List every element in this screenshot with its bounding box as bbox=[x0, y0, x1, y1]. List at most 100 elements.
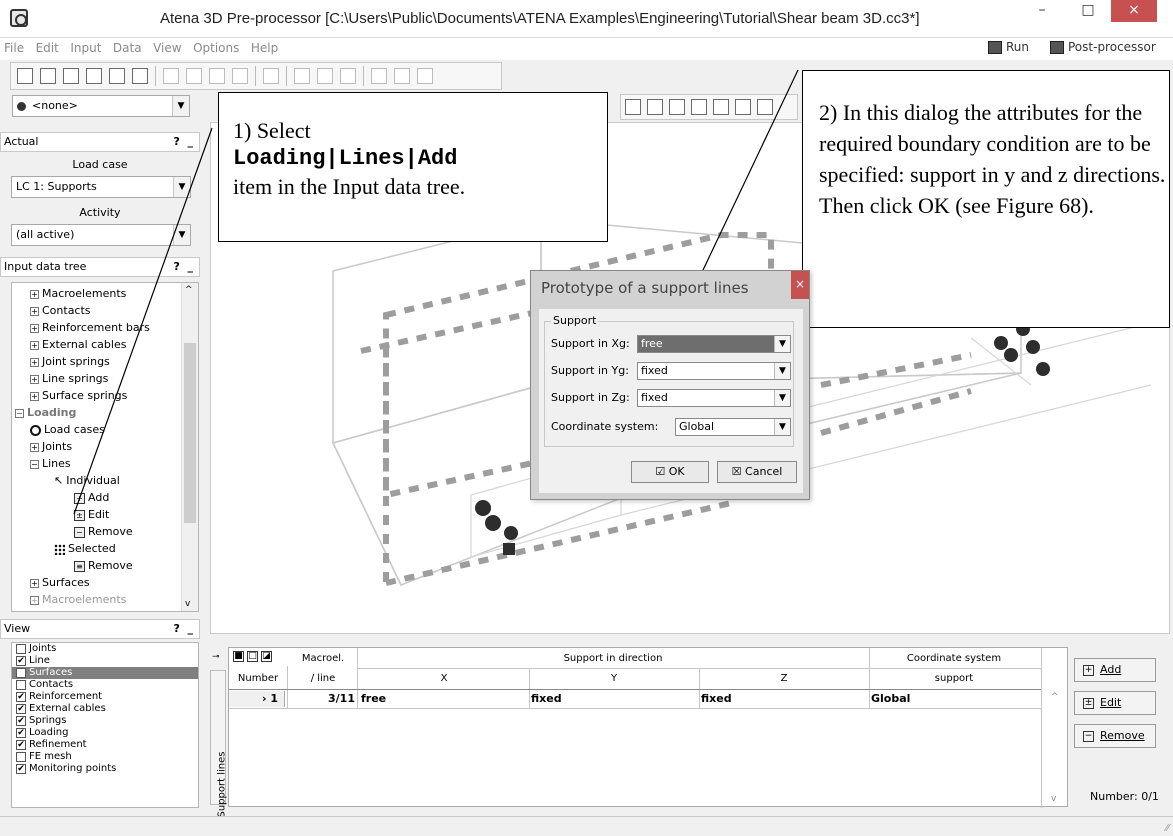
scroll-down-icon[interactable]: v bbox=[185, 599, 190, 609]
expand-icon[interactable]: + bbox=[30, 289, 39, 299]
collapse-icon[interactable]: − bbox=[15, 408, 24, 418]
checkbox-icon[interactable]: ✔ bbox=[16, 764, 26, 774]
tree-item-reinforcement-bars[interactable]: + Reinforcement bars bbox=[30, 319, 150, 337]
tree-item-macroelements-2[interactable]: + Macroelements bbox=[30, 591, 126, 609]
view-z-icon[interactable] bbox=[757, 99, 773, 115]
activity-select[interactable]: (all active) ▼ bbox=[11, 224, 191, 246]
expand-icon[interactable]: + bbox=[30, 578, 39, 588]
view-option-external-cables[interactable]: ✔ External cables bbox=[12, 703, 198, 715]
column-tool-icon[interactable]: ■ bbox=[233, 651, 244, 662]
tree-item-macroelements[interactable]: + Macroelements bbox=[30, 285, 126, 303]
tree-item-edit[interactable]: ± Edit bbox=[74, 506, 109, 524]
tree-item-add[interactable]: + Add bbox=[74, 489, 109, 507]
cell-z[interactable]: fixed bbox=[701, 691, 732, 707]
close-button[interactable]: × bbox=[1111, 0, 1157, 22]
view-x-icon[interactable] bbox=[669, 99, 685, 115]
open-folder-icon[interactable] bbox=[40, 68, 56, 84]
collapse-button[interactable]: _ bbox=[188, 260, 194, 273]
remove-item-icon[interactable] bbox=[394, 68, 410, 84]
add-macroelement-icon[interactable] bbox=[232, 68, 248, 84]
tree-item-joints[interactable]: + Joints bbox=[30, 438, 72, 456]
post-processor-button[interactable]: Post-processor bbox=[1050, 40, 1156, 54]
resize-grip-icon[interactable]: ⁄⁄ bbox=[1166, 823, 1169, 834]
cell-coordinate-system[interactable]: Global bbox=[871, 691, 910, 707]
object-selector[interactable]: <none> ▼ bbox=[12, 95, 190, 117]
menu-edit[interactable]: Edit bbox=[32, 38, 63, 58]
expand-icon[interactable]: + bbox=[30, 357, 39, 367]
view-option-refinement[interactable]: ✔ Refinement bbox=[12, 739, 198, 751]
view-option-loading[interactable]: ✔ Loading bbox=[12, 727, 198, 739]
view-y-icon[interactable] bbox=[713, 99, 729, 115]
view-option-monitoring-points[interactable]: ✔ Monitoring points bbox=[12, 763, 198, 775]
edit-button[interactable]: ± Edit bbox=[1074, 691, 1156, 715]
menu-input[interactable]: Input bbox=[66, 38, 105, 58]
support-lines-tab[interactable]: Support lines bbox=[210, 670, 227, 817]
support-z-select[interactable]: fixed ▼ bbox=[637, 389, 791, 407]
coordinate-system-select[interactable]: Global ▼ bbox=[675, 418, 791, 436]
axis-icon[interactable] bbox=[647, 99, 663, 115]
view-option-line[interactable]: ✔ Line bbox=[12, 655, 198, 667]
scroll-thumb[interactable] bbox=[184, 343, 196, 523]
star-icon[interactable] bbox=[417, 68, 433, 84]
column-tool-icon[interactable]: □ bbox=[247, 651, 258, 662]
cell-macroel[interactable]: 3/11 bbox=[289, 691, 355, 707]
tree-item-load-cases[interactable]: Load cases bbox=[30, 421, 105, 439]
select-remove-icon[interactable] bbox=[317, 68, 333, 84]
menu-data[interactable]: Data bbox=[109, 38, 146, 58]
tree-scrollbar[interactable]: ^ v bbox=[181, 283, 198, 611]
cell-number[interactable]: › 1 bbox=[229, 691, 285, 707]
cancel-button[interactable]: ☒ Cancel bbox=[717, 461, 797, 483]
view-option-fe-mesh[interactable]: FE mesh bbox=[12, 751, 198, 763]
clipboard-icon[interactable] bbox=[132, 68, 148, 84]
help-button[interactable]: ? bbox=[173, 622, 179, 635]
help-button[interactable]: ? bbox=[173, 135, 179, 148]
scroll-up-icon[interactable]: ^ bbox=[185, 285, 193, 295]
tree-item-selected-remove[interactable]: ≡ Remove bbox=[74, 557, 133, 575]
tree-item-surface-springs[interactable]: + Surface springs bbox=[30, 387, 127, 405]
tree-item-loading[interactable]: − Loading bbox=[15, 404, 76, 422]
expand-icon[interactable]: + bbox=[30, 391, 39, 401]
cell-x[interactable]: free bbox=[361, 691, 386, 707]
expand-icon[interactable]: + bbox=[30, 442, 39, 452]
view-xz-icon[interactable] bbox=[691, 99, 707, 115]
tree-item-joint-springs[interactable]: + Joint springs bbox=[30, 353, 110, 371]
tree-item-contacts[interactable]: + Contacts bbox=[30, 302, 91, 320]
menu-view[interactable]: View bbox=[149, 38, 185, 58]
tree-item-individual[interactable]: ↖ Individual bbox=[54, 472, 120, 490]
paste-icon[interactable] bbox=[109, 68, 125, 84]
remove-button[interactable]: − Remove bbox=[1074, 724, 1156, 748]
view-option-reinforcement[interactable]: ✔ Reinforcement bbox=[12, 691, 198, 703]
cell-y[interactable]: fixed bbox=[531, 691, 562, 707]
column-tool-icon[interactable]: ◪ bbox=[261, 651, 272, 662]
checkbox-icon[interactable] bbox=[16, 752, 26, 762]
scroll-up-icon[interactable]: ^ bbox=[1051, 692, 1059, 702]
collapse-icon[interactable]: − bbox=[30, 459, 39, 469]
collapse-button[interactable]: _ bbox=[188, 135, 194, 148]
tree-item-lines[interactable]: − Lines bbox=[30, 455, 71, 473]
menu-options[interactable]: Options bbox=[189, 38, 243, 58]
maximize-button[interactable]: □ bbox=[1065, 0, 1111, 22]
input-data-tree[interactable]: + Macroelements + Contacts + Reinforcement … bbox=[11, 282, 199, 612]
select-all-icon[interactable] bbox=[340, 68, 356, 84]
pin-icon[interactable]: ⊸ bbox=[212, 652, 220, 662]
checkbox-icon[interactable]: ✔ bbox=[16, 728, 26, 738]
copy-icon[interactable] bbox=[86, 68, 102, 84]
checkbox-icon[interactable]: ✔ bbox=[16, 692, 26, 702]
view-option-springs[interactable]: ✔ Springs bbox=[12, 715, 198, 727]
checkbox-icon[interactable]: ✔ bbox=[16, 656, 26, 666]
expand-icon[interactable]: + bbox=[30, 340, 39, 350]
tree-item-external-cables[interactable]: + External cables bbox=[30, 336, 126, 354]
tree-item-line-springs[interactable]: + Line springs bbox=[30, 370, 108, 388]
run-button[interactable]: Run bbox=[988, 40, 1029, 54]
add-item-icon[interactable] bbox=[371, 68, 387, 84]
tree-item-selected[interactable]: Selected bbox=[54, 540, 116, 558]
grid-icon[interactable] bbox=[263, 68, 279, 84]
ok-button[interactable]: ☑ OK bbox=[631, 461, 709, 483]
add-button[interactable]: + Add bbox=[1074, 658, 1156, 682]
checkbox-icon[interactable]: ✔ bbox=[16, 716, 26, 726]
checkbox-icon[interactable] bbox=[16, 680, 26, 690]
view-option-surfaces[interactable]: Surfaces bbox=[12, 667, 198, 679]
expand-icon[interactable]: + bbox=[30, 306, 39, 316]
checkbox-icon[interactable] bbox=[16, 644, 26, 654]
support-x-select[interactable]: free ▼ bbox=[637, 335, 791, 353]
